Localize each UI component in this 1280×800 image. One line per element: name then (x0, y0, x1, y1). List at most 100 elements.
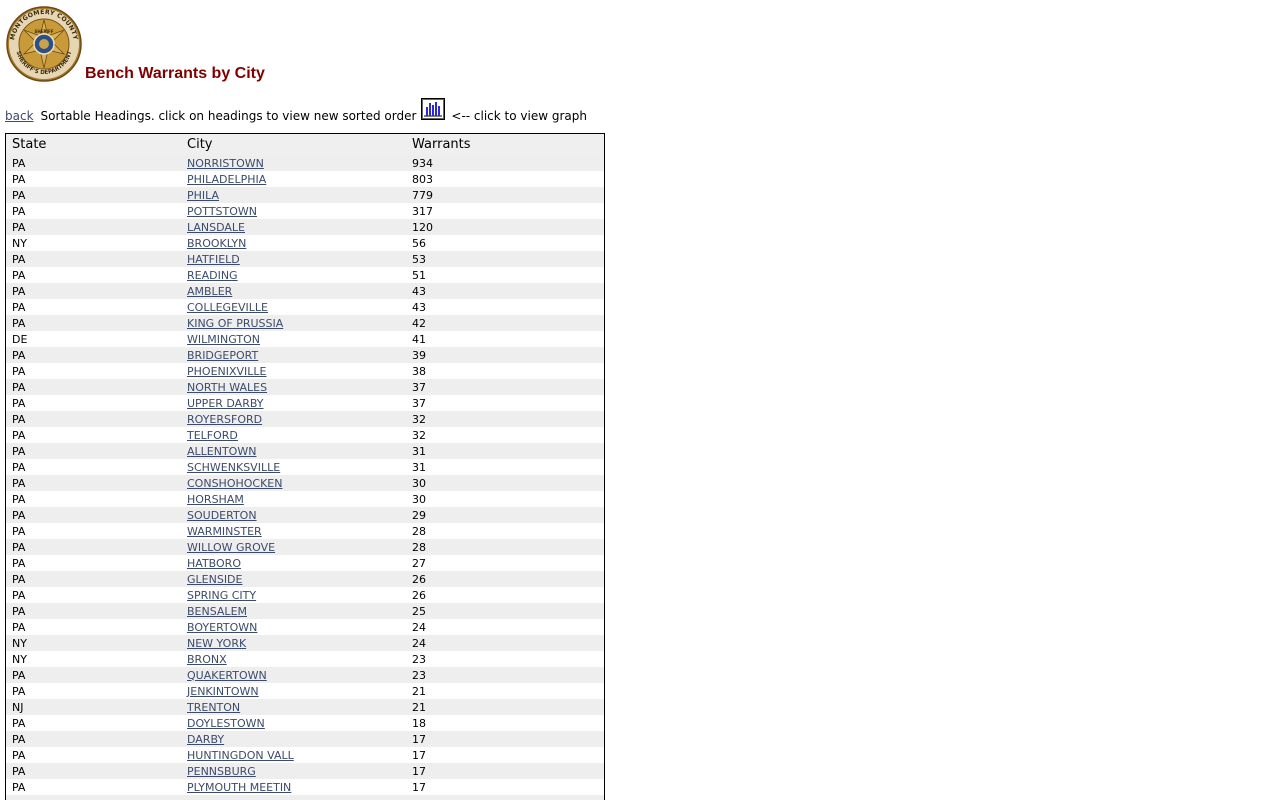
state-cell: PA (6, 507, 181, 523)
table-row: PA PENNSBURG 17 (6, 763, 604, 779)
state-cell: PA (6, 315, 181, 331)
state-cell: PA (6, 411, 181, 427)
warrants-cell: 43 (406, 299, 604, 315)
table-row: PA KING OF PRUSSIA 42 (6, 315, 604, 331)
city-link[interactable]: PENNSBURG (187, 765, 256, 778)
warrants-cell: 17 (406, 731, 604, 747)
state-cell: PA (6, 475, 181, 491)
city-cell: PHILA (181, 187, 406, 203)
city-link[interactable]: ALLENTOWN (187, 445, 256, 458)
state-cell: PA (6, 555, 181, 571)
city-link[interactable]: NORRISTOWN (187, 157, 264, 170)
table-row: PA CONSHOHOCKEN 30 (6, 475, 604, 491)
city-link[interactable]: BRONX (187, 653, 227, 666)
city-link[interactable]: READING (187, 269, 238, 282)
warrants-cell: 53 (406, 251, 604, 267)
city-link[interactable]: AMBLER (187, 285, 232, 298)
state-cell: PA (6, 731, 181, 747)
city-link[interactable]: TELFORD (187, 429, 238, 442)
city-link[interactable]: CONSHOHOCKEN (187, 477, 282, 490)
warrants-cell: 31 (406, 459, 604, 475)
table-row: PA BRIDGEPORT 39 (6, 347, 604, 363)
warrants-cell: 37 (406, 395, 604, 411)
warrants-cell: 32 (406, 411, 604, 427)
table-row: PA TELFORD 32 (6, 427, 604, 443)
city-link[interactable]: HUNTINGDON VALL (187, 749, 294, 762)
state-cell: PA (6, 171, 181, 187)
table-row: PA READING 51 (6, 267, 604, 283)
city-link[interactable]: BOYERTOWN (187, 621, 257, 634)
city-link[interactable]: SCHWENKSVILLE (187, 461, 280, 474)
state-cell: PA (6, 715, 181, 731)
table-row: PA HATBORO 27 (6, 555, 604, 571)
city-cell: POTTSTOWN (181, 203, 406, 219)
city-cell: QUAKERTOWN (181, 667, 406, 683)
city-link[interactable]: BENSALEM (187, 605, 247, 618)
city-cell: LANSDALE (181, 219, 406, 235)
warrants-cell: 24 (406, 619, 604, 635)
city-link[interactable]: PHILA (187, 189, 219, 202)
back-link[interactable]: back (5, 109, 34, 123)
city-link[interactable]: BRIDGEPORT (187, 349, 258, 362)
warrants-cell: 37 (406, 379, 604, 395)
column-header-state[interactable]: State (6, 134, 181, 155)
column-header-warrants[interactable]: Warrants (406, 134, 604, 155)
city-cell: NORTH WALES (181, 379, 406, 395)
city-cell: READING (181, 267, 406, 283)
city-link[interactable]: WILLOW GROVE (187, 541, 275, 554)
state-cell: PA (6, 683, 181, 699)
city-link[interactable]: PHILADELPHIA (187, 173, 266, 186)
warrants-cell: 120 (406, 219, 604, 235)
state-cell: PA (6, 395, 181, 411)
city-link[interactable]: WARMINSTER (187, 525, 262, 538)
table-row: PA BENSALEM 25 (6, 603, 604, 619)
city-link[interactable]: HATBORO (187, 557, 241, 570)
city-link[interactable]: ROYERSFORD (187, 413, 262, 426)
table-row: PA ALLENTOWN 31 (6, 443, 604, 459)
city-cell: JENKINTOWN (181, 683, 406, 699)
state-cell: PA (6, 363, 181, 379)
city-link[interactable]: KING OF PRUSSIA (187, 317, 283, 330)
city-link[interactable]: SOUDERTON (187, 509, 257, 522)
city-cell: COLLEGEVILLE (181, 299, 406, 315)
city-cell: BROOKLYN (181, 235, 406, 251)
city-link[interactable]: QUAKERTOWN (187, 669, 267, 682)
city-link[interactable]: POTTSTOWN (187, 205, 257, 218)
city-link[interactable]: COLLEGEVILLE (187, 301, 268, 314)
state-cell: PA (6, 539, 181, 555)
city-link[interactable]: PLYMOUTH MEETIN (187, 781, 291, 794)
city-link[interactable]: PHOENIXVILLE (187, 365, 267, 378)
city-cell: PHILADELPHIA (181, 171, 406, 187)
state-cell: PA (6, 747, 181, 763)
table-row: PA NORRISTOWN 934 (6, 155, 604, 171)
state-cell: PA (6, 523, 181, 539)
city-link[interactable]: BROOKLYN (187, 237, 246, 250)
table-row: PA SCHWENKSVILLE 31 (6, 459, 604, 475)
city-link[interactable]: HATFIELD (187, 253, 240, 266)
table-row: PA BOYERTOWN 24 (6, 619, 604, 635)
state-cell: PA (6, 427, 181, 443)
table-row: PA GLENSIDE 26 (6, 571, 604, 587)
city-link[interactable]: GLENSIDE (187, 573, 242, 586)
warrants-cell (406, 795, 604, 800)
city-link[interactable]: SPRING CITY (187, 589, 256, 602)
city-link[interactable]: TRENTON (187, 701, 240, 714)
column-header-city[interactable]: City (181, 134, 406, 155)
page-title: Bench Warrants by City (85, 65, 265, 82)
state-cell: PA (6, 379, 181, 395)
badge-center-text: SHERIFF (35, 29, 54, 34)
city-cell: UPPER DARBY (181, 395, 406, 411)
city-link[interactable]: DOYLESTOWN (187, 717, 265, 730)
state-cell: PA (6, 443, 181, 459)
city-link[interactable]: UPPER DARBY (187, 397, 264, 410)
graph-hint: <-- click to view graph (451, 109, 587, 123)
city-link[interactable]: NORTH WALES (187, 381, 267, 394)
city-link[interactable]: NEW YORK (187, 637, 246, 650)
table-row (6, 795, 604, 800)
city-link[interactable]: DARBY (187, 733, 224, 746)
city-link[interactable]: WILMINGTON (187, 333, 260, 346)
city-link[interactable]: LANSDALE (187, 221, 245, 234)
city-link[interactable]: HORSHAM (187, 493, 244, 506)
city-link[interactable]: JENKINTOWN (187, 685, 259, 698)
bar-chart-icon[interactable] (421, 98, 446, 120)
